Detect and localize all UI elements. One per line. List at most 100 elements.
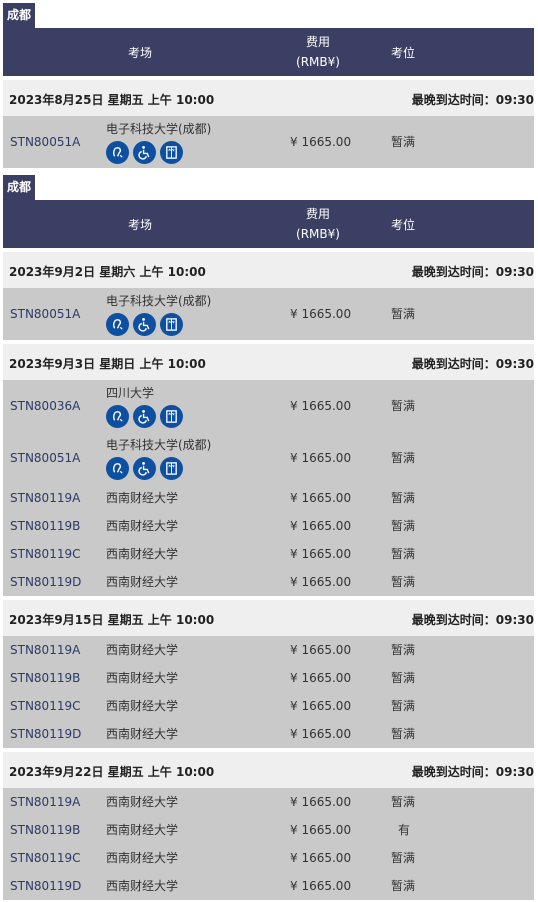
- table-row[interactable]: STN80119C 西南财经大学 ¥ 1665.00 暂满: [3, 540, 534, 568]
- venue-name: 西南财经大学: [106, 547, 179, 561]
- header-seat: 考位: [391, 45, 416, 60]
- fee-value: ¥ 1665.00: [290, 851, 352, 865]
- venue-name: 西南财经大学: [106, 727, 179, 741]
- wheelchair-icon: [133, 141, 156, 164]
- table-row[interactable]: STN80119B 西南财经大学 ¥ 1665.00 有: [3, 816, 534, 844]
- latest-arrival: 最晚到达时间：09:30: [411, 265, 534, 279]
- center-code: STN80036A: [10, 399, 81, 413]
- header-fee-label: 费用: [305, 207, 330, 221]
- fee-value: ¥ 1665.00: [290, 643, 352, 657]
- fee-value: ¥ 1665.00: [290, 399, 352, 413]
- fee-value: ¥ 1665.00: [290, 575, 352, 589]
- venue-name: 西南财经大学: [106, 851, 179, 865]
- exam-date: 2023年8月25日 星期五 上午 10:00: [9, 93, 215, 107]
- seat-status: 暂满: [391, 699, 416, 713]
- venue-name: 西南财经大学: [106, 671, 179, 685]
- elevator-icon: [160, 457, 183, 480]
- hearing-assist-icon: [106, 313, 129, 336]
- table-row[interactable]: STN80119B 西南财经大学 ¥ 1665.00 暂满: [3, 512, 534, 540]
- header-fee-unit: (RMB¥): [296, 55, 340, 69]
- venue-name: 西南财经大学: [106, 699, 179, 713]
- table-header: 考场 费用 (RMB¥) 考位: [3, 200, 534, 248]
- date-row: 2023年8月25日 星期五 上午 10:00 最晚到达时间：09:30: [3, 80, 534, 120]
- center-code: STN80119B: [10, 823, 81, 837]
- date-row: 2023年9月15日 星期五 上午 10:00 最晚到达时间：09:30: [3, 600, 534, 640]
- table-row[interactable]: STN80119B 西南财经大学 ¥ 1665.00 暂满: [3, 664, 534, 692]
- venue-name: 西南财经大学: [106, 491, 179, 505]
- header-seat: 考位: [391, 217, 416, 232]
- hearing-assist-icon: [106, 457, 129, 480]
- center-code: STN80119C: [10, 851, 81, 865]
- fee-value: ¥ 1665.00: [290, 879, 352, 893]
- seat-status: 暂满: [391, 491, 416, 505]
- table-row[interactable]: STN80119D 西南财经大学 ¥ 1665.00 暂满: [3, 872, 534, 900]
- fee-value: ¥ 1665.00: [290, 671, 352, 685]
- center-code: STN80119B: [10, 671, 81, 685]
- table-row[interactable]: STN80051A 电子科技大学(成都) ¥ 1665.00 暂满: [3, 432, 534, 484]
- center-code: STN80119C: [10, 547, 81, 561]
- table-row[interactable]: STN80119A 西南财经大学 ¥ 1665.00 暂满: [3, 484, 534, 512]
- center-code: STN80119A: [10, 643, 81, 657]
- center-code: STN80119A: [10, 795, 81, 809]
- table-row[interactable]: STN80119D 西南财经大学 ¥ 1665.00 暂满: [3, 568, 534, 596]
- city-label: 成都: [3, 3, 36, 28]
- venue-name: 西南财经大学: [106, 643, 179, 657]
- seat-status: 暂满: [391, 135, 416, 149]
- center-code: STN80051A: [10, 451, 81, 465]
- hearing-assist-icon: [106, 141, 129, 164]
- table-row[interactable]: STN80119D 西南财经大学 ¥ 1665.00 暂满: [3, 720, 534, 748]
- seat-status: 暂满: [391, 575, 416, 589]
- center-code: STN80119C: [10, 699, 81, 713]
- wheelchair-icon: [133, 457, 156, 480]
- exam-date: 2023年9月3日 星期日 上午 10:00: [9, 357, 206, 371]
- fee-value: ¥ 1665.00: [290, 491, 352, 505]
- fee-value: ¥ 1665.00: [290, 699, 352, 713]
- header-fee-unit: (RMB¥): [296, 227, 340, 241]
- seat-status: 暂满: [391, 399, 416, 413]
- seat-status: 暂满: [391, 307, 416, 321]
- venue-name: 西南财经大学: [106, 795, 179, 809]
- elevator-icon: [160, 141, 183, 164]
- latest-arrival: 最晚到达时间：09:30: [411, 613, 534, 627]
- hearing-assist-icon: [106, 405, 129, 428]
- header-fee: 费用 (RMB¥): [278, 200, 358, 248]
- center-code: STN80119A: [10, 491, 81, 505]
- fee-value: ¥ 1665.00: [290, 727, 352, 741]
- center-code: STN80119D: [10, 879, 82, 893]
- venue-name: 西南财经大学: [106, 879, 179, 893]
- venue-name: 电子科技大学(成都): [106, 122, 212, 136]
- fee-value: ¥ 1665.00: [290, 823, 352, 837]
- header-venue: 考场: [128, 217, 153, 232]
- exam-date: 2023年9月2日 星期六 上午 10:00: [9, 265, 206, 279]
- wheelchair-icon: [133, 313, 156, 336]
- table-row[interactable]: STN80119C 西南财经大学 ¥ 1665.00 暂满: [3, 844, 534, 872]
- table-row[interactable]: STN80051A 电子科技大学(成都) ¥ 1665.00 暂满: [3, 116, 534, 168]
- latest-arrival: 最晚到达时间：09:30: [411, 357, 534, 371]
- venue-name: 电子科技大学(成都): [106, 294, 212, 308]
- center-code: STN80119B: [10, 519, 81, 533]
- seat-status: 暂满: [391, 727, 416, 741]
- latest-arrival: 最晚到达时间：09:30: [411, 93, 534, 107]
- date-row: 2023年9月3日 星期日 上午 10:00 最晚到达时间：09:30: [3, 344, 534, 384]
- elevator-icon: [160, 405, 183, 428]
- table-row[interactable]: STN80119A 西南财经大学 ¥ 1665.00 暂满: [3, 788, 534, 816]
- table-row[interactable]: STN80119C 西南财经大学 ¥ 1665.00 暂满: [3, 692, 534, 720]
- table-row[interactable]: STN80119A 西南财经大学 ¥ 1665.00 暂满: [3, 636, 534, 664]
- fee-value: ¥ 1665.00: [290, 135, 352, 149]
- fee-value: ¥ 1665.00: [290, 547, 352, 561]
- fee-value: ¥ 1665.00: [290, 519, 352, 533]
- fee-value: ¥ 1665.00: [290, 307, 352, 321]
- wheelchair-icon: [133, 405, 156, 428]
- center-code: STN80119D: [10, 727, 82, 741]
- exam-date: 2023年9月15日 星期五 上午 10:00: [9, 613, 215, 627]
- center-code: STN80051A: [10, 135, 81, 149]
- venue-name: 四川大学: [106, 386, 155, 400]
- header-fee: 费用 (RMB¥): [278, 28, 358, 76]
- fee-value: ¥ 1665.00: [290, 451, 352, 465]
- table-row[interactable]: STN80036A 四川大学 ¥ 1665.00 暂满: [3, 380, 534, 432]
- seat-status: 暂满: [391, 851, 416, 865]
- venue-name: 西南财经大学: [106, 575, 179, 589]
- venue-name: 电子科技大学(成都): [106, 438, 212, 452]
- table-row[interactable]: STN80051A 电子科技大学(成都) ¥ 1665.00 暂满: [3, 288, 534, 340]
- seat-status: 暂满: [391, 795, 416, 809]
